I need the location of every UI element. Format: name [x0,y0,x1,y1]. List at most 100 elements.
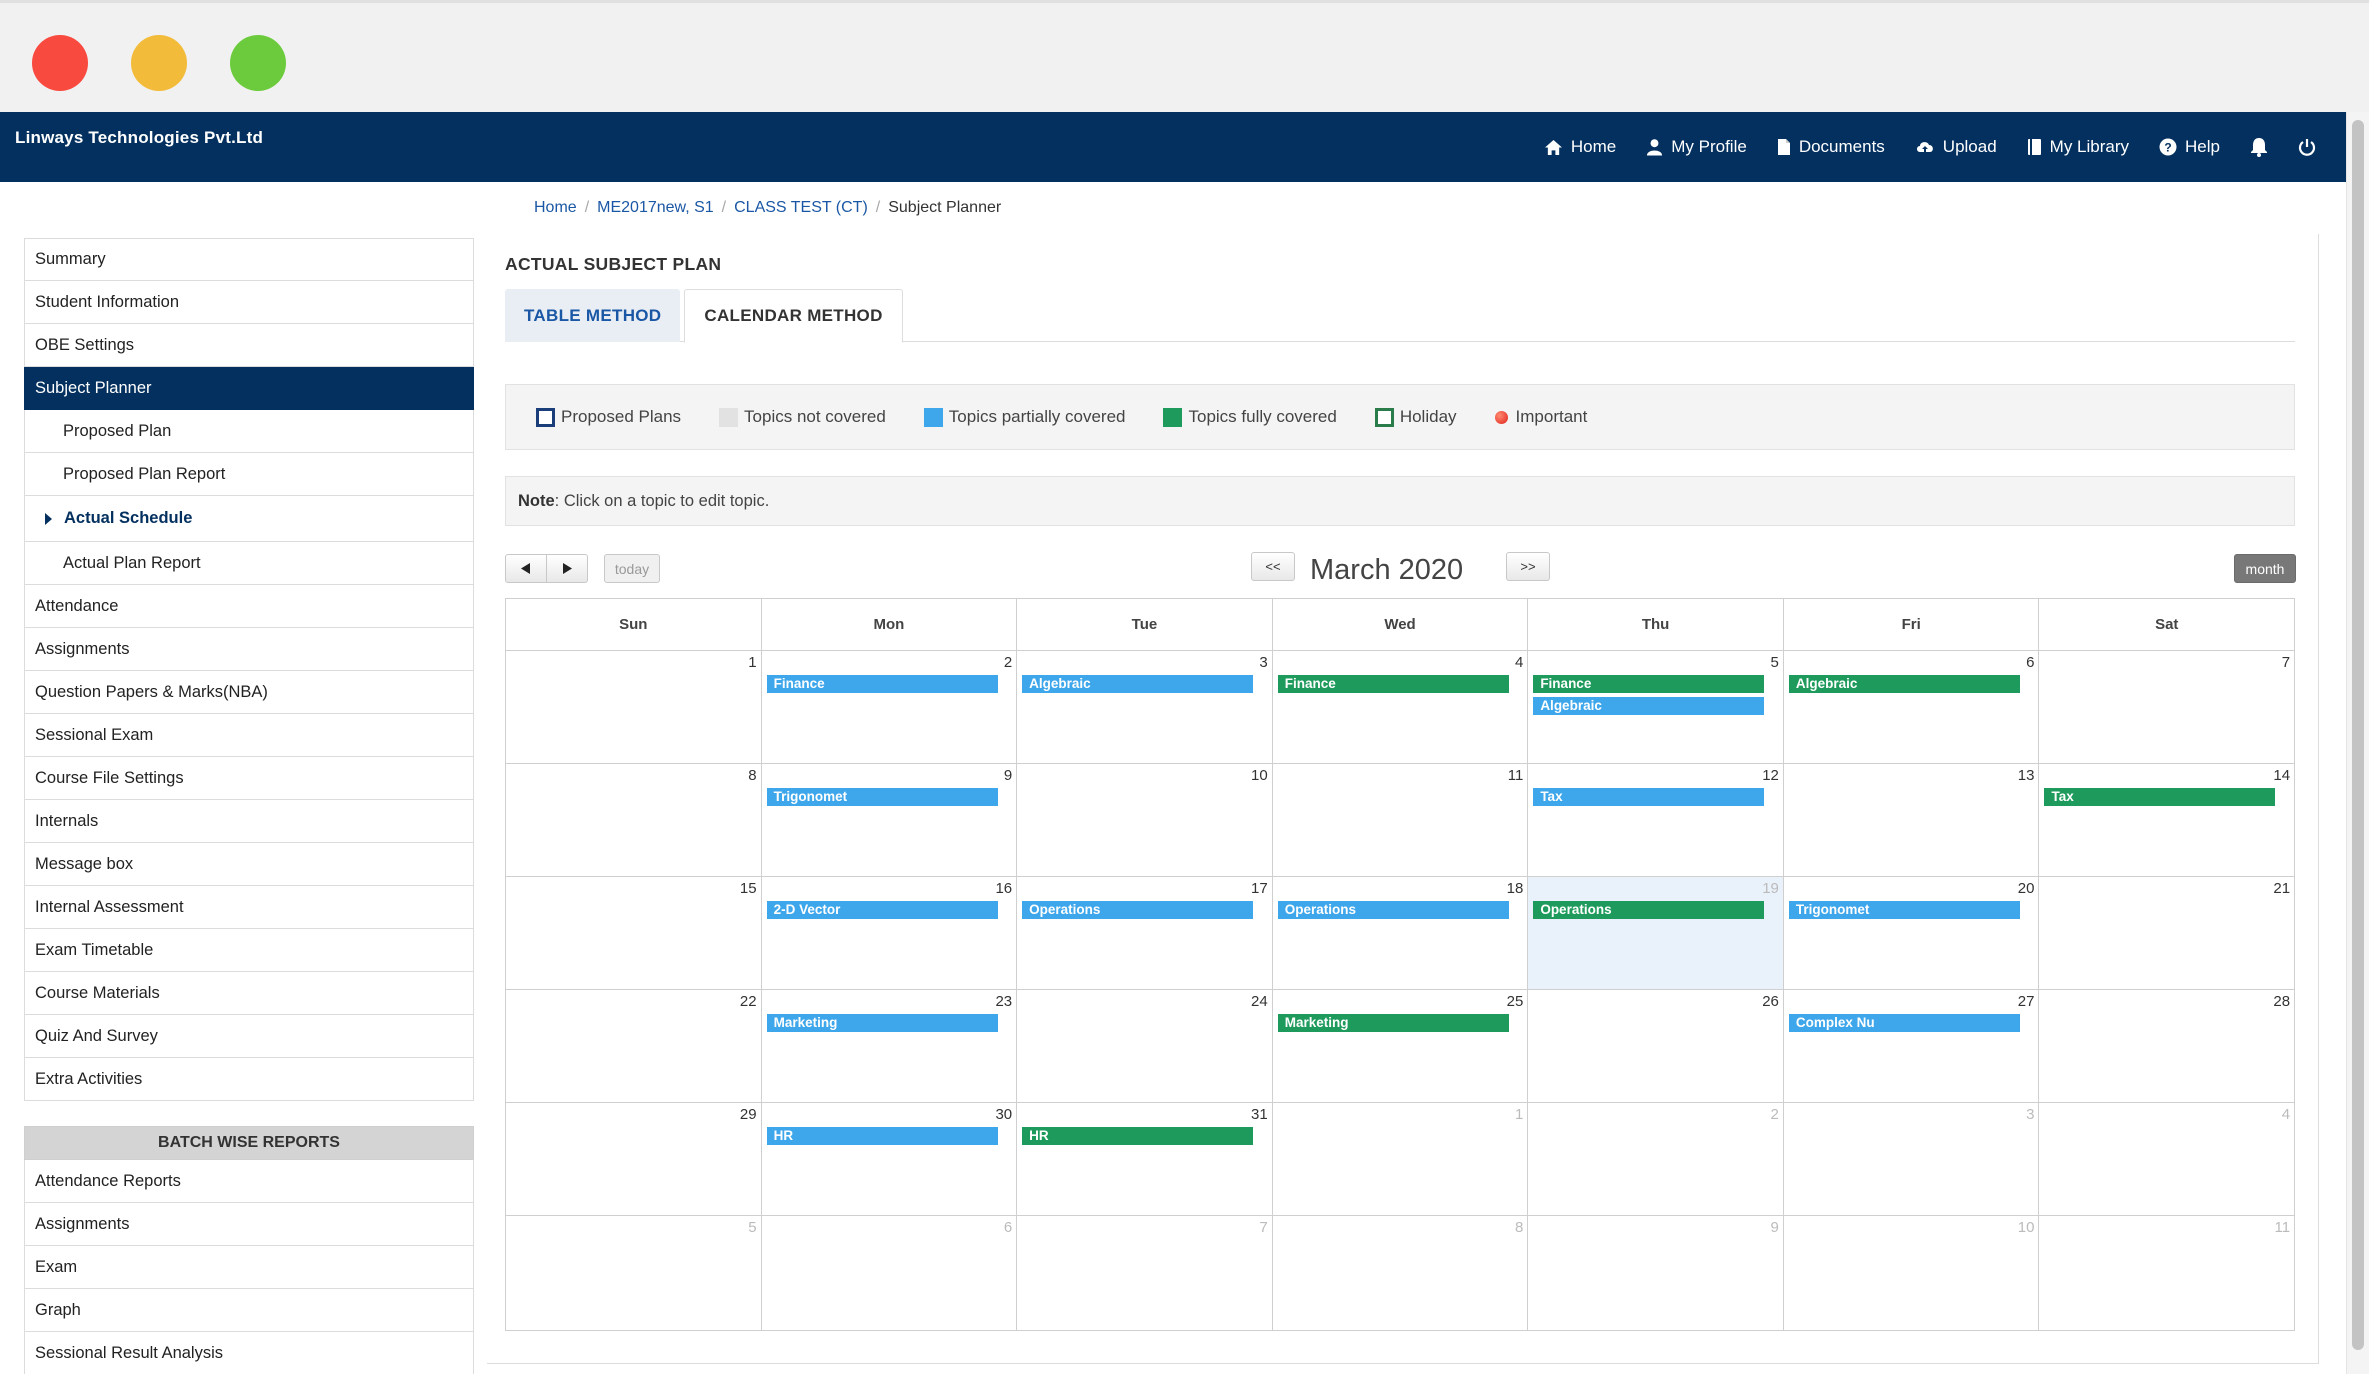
nav-my-profile[interactable]: My Profile [1646,137,1747,157]
calendar-day-cell[interactable]: 1 [506,651,762,763]
calendar-day-cell[interactable]: 12 Tax [1528,764,1784,876]
sidebar-item-actual-plan-report[interactable]: Actual Plan Report [24,542,474,585]
calendar-day-cell[interactable]: 27 Complex Nu [1784,990,2040,1102]
calendar-event-full[interactable]: Operations [1533,901,1765,919]
calendar-day-cell[interactable]: 3 [1784,1103,2040,1215]
calendar-day-cell[interactable]: 7 [2039,651,2294,763]
calendar-day-cell[interactable]: 20 Trigonomet [1784,877,2040,989]
window-maximize-button[interactable] [230,35,286,91]
sidebar-item-batch-assignments[interactable]: Assignments [24,1203,474,1246]
calendar-day-cell[interactable]: 4 Finance [1273,651,1529,763]
nav-home[interactable]: Home [1544,137,1616,157]
sidebar-item-message-box[interactable]: Message box [24,843,474,886]
calendar-day-cell[interactable]: 31 HR [1017,1103,1273,1215]
sidebar-item-exam[interactable]: Exam [24,1246,474,1289]
sidebar-item-extra-activities[interactable]: Extra Activities [24,1058,474,1101]
sidebar-item-sessional-result-analysis[interactable]: Sessional Result Analysis [24,1332,474,1374]
calendar-event-full[interactable]: Marketing [1277,1014,1509,1032]
calendar-event-full[interactable]: HR [1022,1127,1254,1145]
calendar-day-cell[interactable]: 17 Operations [1017,877,1273,989]
sidebar-item-obe-settings[interactable]: OBE Settings [24,324,474,367]
calendar-day-cell[interactable]: 24 [1017,990,1273,1102]
calendar-day-cell[interactable]: 11 [1273,764,1529,876]
calendar-day-cell[interactable]: 11 [2039,1216,2294,1330]
calendar-day-cell[interactable]: 29 [506,1103,762,1215]
nav-documents[interactable]: Documents [1777,137,1885,157]
nav-my-library[interactable]: My Library [2027,137,2129,157]
sidebar-item-course-materials[interactable]: Course Materials [24,972,474,1015]
calendar-event-partial[interactable]: Finance [766,675,998,693]
calendar-event-partial[interactable]: Operations [1022,901,1254,919]
calendar-day-cell[interactable]: 9 [1528,1216,1784,1330]
calendar-day-cell[interactable]: 2 Finance [762,651,1018,763]
calendar-event-partial[interactable]: 2-D Vector [766,901,998,919]
calendar-event-partial[interactable]: Algebraic [1533,697,1765,715]
notifications-button[interactable] [2250,137,2268,157]
calendar-day-cell[interactable]: 18 Operations [1273,877,1529,989]
tab-calendar-method[interactable]: CALENDAR METHOD [684,289,903,343]
calendar-event-full[interactable]: Tax [2044,788,2276,806]
page-scrollbar[interactable] [2346,112,2369,1374]
calendar-day-cell-today[interactable]: 19 Operations [1528,877,1784,989]
sidebar-item-internals[interactable]: Internals [24,800,474,843]
calendar-day-cell[interactable]: 14 Tax [2039,764,2294,876]
breadcrumb-home[interactable]: Home [534,199,577,217]
next-month-button[interactable] [546,554,588,583]
window-minimize-button[interactable] [131,35,187,91]
calendar-day-cell[interactable]: 23 Marketing [762,990,1018,1102]
calendar-event-partial[interactable]: Algebraic [1022,675,1254,693]
next-year-button[interactable]: >> [1506,552,1550,581]
calendar-day-cell[interactable]: 15 [506,877,762,989]
sidebar-item-proposed-plan[interactable]: Proposed Plan [24,410,474,453]
calendar-day-cell[interactable]: 9 Trigonomet [762,764,1018,876]
month-view-button[interactable]: month [2234,554,2296,583]
calendar-day-cell[interactable]: 5 Finance Algebraic [1528,651,1784,763]
sidebar-item-internal-assessment[interactable]: Internal Assessment [24,886,474,929]
sidebar-item-subject-planner[interactable]: Subject Planner [24,367,474,410]
calendar-day-cell[interactable]: 8 [506,764,762,876]
tab-table-method[interactable]: TABLE METHOD [505,289,681,342]
calendar-day-cell[interactable]: 13 [1784,764,2040,876]
calendar-event-partial[interactable]: Tax [1533,788,1765,806]
sidebar-item-assignments[interactable]: Assignments [24,628,474,671]
calendar-day-cell[interactable]: 6 Algebraic [1784,651,2040,763]
calendar-day-cell[interactable]: 26 [1528,990,1784,1102]
prev-month-button[interactable] [505,554,547,583]
calendar-day-cell[interactable]: 30 HR [762,1103,1018,1215]
calendar-day-cell[interactable]: 22 [506,990,762,1102]
calendar-day-cell[interactable]: 10 [1784,1216,2040,1330]
sidebar-item-summary[interactable]: Summary [24,238,474,281]
window-close-button[interactable] [32,35,88,91]
sidebar-item-exam-timetable[interactable]: Exam Timetable [24,929,474,972]
nav-upload[interactable]: Upload [1915,137,1997,157]
calendar-day-cell[interactable]: 3 Algebraic [1017,651,1273,763]
calendar-event-full[interactable]: Finance [1277,675,1509,693]
sidebar-item-student-information[interactable]: Student Information [24,281,474,324]
calendar-event-partial[interactable]: Marketing [766,1014,998,1032]
nav-help[interactable]: ? Help [2159,137,2220,157]
calendar-day-cell[interactable]: 6 [762,1216,1018,1330]
calendar-day-cell[interactable]: 10 [1017,764,1273,876]
logout-button[interactable] [2298,138,2316,156]
today-button[interactable]: today [604,554,660,583]
calendar-day-cell[interactable]: 7 [1017,1216,1273,1330]
sidebar-item-attendance[interactable]: Attendance [24,585,474,628]
calendar-day-cell[interactable]: 21 [2039,877,2294,989]
sidebar-item-actual-schedule[interactable]: Actual Schedule [24,496,474,542]
scrollbar-thumb[interactable] [2352,120,2364,1350]
calendar-day-cell[interactable]: 1 [1273,1103,1529,1215]
breadcrumb-course[interactable]: ME2017new, S1 [597,199,714,217]
calendar-event-partial[interactable]: Complex Nu [1788,1014,2020,1032]
sidebar-item-proposed-plan-report[interactable]: Proposed Plan Report [24,453,474,496]
calendar-event-full[interactable]: Algebraic [1788,675,2020,693]
calendar-day-cell[interactable]: 16 2-D Vector [762,877,1018,989]
calendar-event-full[interactable]: Finance [1533,675,1765,693]
calendar-day-cell[interactable]: 8 [1273,1216,1529,1330]
calendar-day-cell[interactable]: 5 [506,1216,762,1330]
calendar-day-cell[interactable]: 25 Marketing [1273,990,1529,1102]
prev-year-button[interactable]: << [1251,552,1295,581]
calendar-event-partial[interactable]: Trigonomet [766,788,998,806]
sidebar-item-graph[interactable]: Graph [24,1289,474,1332]
sidebar-item-quiz-and-survey[interactable]: Quiz And Survey [24,1015,474,1058]
calendar-event-partial[interactable]: Operations [1277,901,1509,919]
